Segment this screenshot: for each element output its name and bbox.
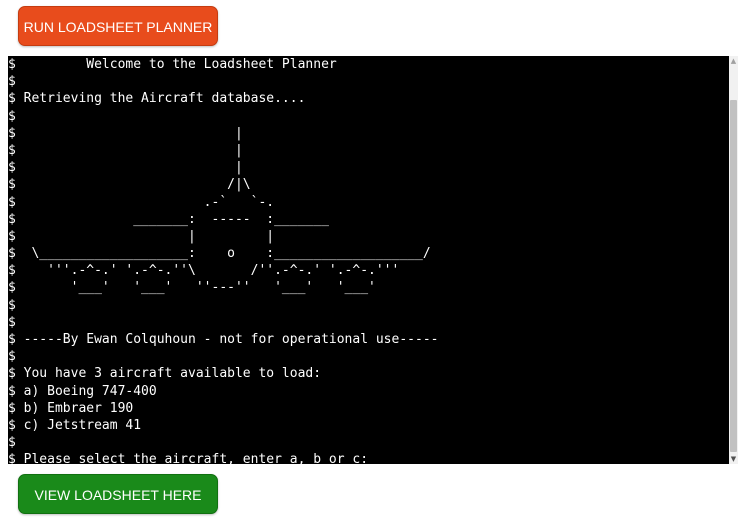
scroll-down-icon[interactable]: ▼ bbox=[729, 454, 738, 464]
terminal-line: $ bbox=[8, 297, 16, 313]
terminal-line: $ .-` `-. bbox=[8, 194, 275, 210]
terminal-line: $ '___' '___' ''---'' '___' '___' bbox=[8, 280, 376, 296]
terminal-line: $ _______: ----- :_______ bbox=[8, 211, 329, 227]
terminal-scrollbar[interactable]: ▲ ▼ bbox=[729, 56, 738, 464]
terminal-line: $ Please select the aircraft, enter a, b… bbox=[8, 452, 369, 464]
terminal-line: $ b) Embraer 190 bbox=[8, 400, 134, 416]
terminal-line: $ | bbox=[8, 160, 243, 176]
terminal-line: $ bbox=[8, 435, 16, 451]
scroll-thumb[interactable] bbox=[730, 100, 737, 452]
terminal-line: $ bbox=[8, 74, 16, 90]
terminal-line: $ You have 3 aircraft available to load: bbox=[8, 366, 322, 382]
terminal-line: $ /|\ bbox=[8, 177, 251, 193]
terminal-line: $ bbox=[8, 108, 16, 124]
terminal-line: $ bbox=[8, 349, 16, 365]
terminal-output: $ Welcome to the Loadsheet Planner $ $ Ret… bbox=[8, 56, 438, 464]
terminal-line: $ bbox=[8, 314, 16, 330]
terminal-line: $ c) Jetstream 41 bbox=[8, 417, 142, 433]
terminal-line: $ | | bbox=[8, 228, 275, 244]
run-loadsheet-planner-button[interactable]: RUN LOADSHEET PLANNER bbox=[18, 6, 218, 46]
scroll-up-icon[interactable]: ▲ bbox=[729, 56, 738, 66]
terminal-line: $ | bbox=[8, 125, 243, 141]
terminal-line: $ \___________________: o :_____________… bbox=[8, 246, 431, 262]
view-loadsheet-button[interactable]: VIEW LOADSHEET HERE bbox=[18, 474, 218, 514]
terminal[interactable]: $ Welcome to the Loadsheet Planner $ $ Ret… bbox=[8, 56, 729, 464]
terminal-line: $ '''.-^-.' '.-^-.''\ /''.-^-.' '.-^-.''… bbox=[8, 263, 400, 279]
terminal-line: $ | bbox=[8, 142, 243, 158]
terminal-line: $ a) Boeing 747-400 bbox=[8, 383, 157, 399]
terminal-line: $ Retrieving the Aircraft database.... bbox=[8, 91, 306, 107]
terminal-line: $ -----By Ewan Colquhoun - not for opera… bbox=[8, 332, 439, 347]
terminal-line: $ Welcome to the Loadsheet Planner bbox=[8, 57, 337, 72]
